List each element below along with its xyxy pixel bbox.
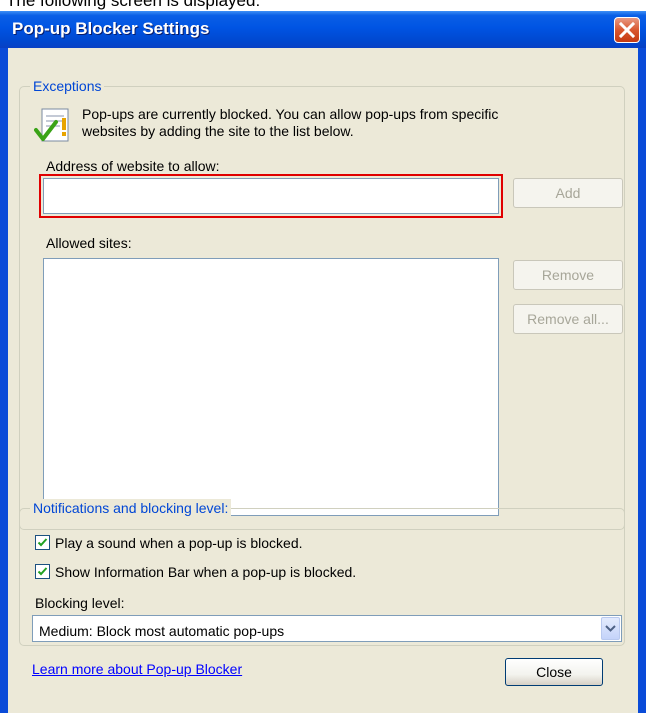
blocking-level-value: Medium: Block most automatic pop-ups: [39, 623, 285, 639]
dropdown-button[interactable]: [601, 617, 620, 640]
popup-blocker-dialog: Pop-up Blocker Settings Exceptions Pop-u…: [0, 11, 646, 713]
add-button[interactable]: Add: [513, 178, 623, 208]
info-text-line1: Pop-ups are currently blocked. You can a…: [82, 106, 499, 122]
allowed-sites-list[interactable]: [43, 258, 499, 516]
blocking-level-label: Blocking level:: [35, 595, 125, 611]
remove-button[interactable]: Remove: [513, 260, 623, 290]
address-label: Address of website to allow:: [46, 157, 220, 175]
play-sound-label[interactable]: Play a sound when a pop-up is blocked.: [55, 534, 303, 552]
learn-more-link[interactable]: Learn more about Pop-up Blocker: [32, 661, 242, 677]
close-icon: [618, 21, 636, 39]
window-title: Pop-up Blocker Settings: [12, 19, 210, 38]
title-bar[interactable]: Pop-up Blocker Settings: [0, 11, 646, 48]
checkmark-icon: [37, 567, 48, 576]
exceptions-legend: Exceptions: [30, 77, 105, 95]
show-info-bar-label[interactable]: Show Information Bar when a pop-up is bl…: [55, 563, 356, 581]
blocking-level-select[interactable]: Medium: Block most automatic pop-ups: [32, 615, 622, 642]
address-input[interactable]: [43, 178, 499, 214]
close-button[interactable]: Close: [505, 658, 603, 686]
show-info-bar-checkbox[interactable]: [35, 564, 50, 579]
title-close-button[interactable]: [614, 17, 640, 43]
info-text-line2: websites by adding the site to the list …: [82, 123, 354, 139]
dialog-body: Exceptions Pop-ups are currently blocked…: [8, 48, 638, 713]
play-sound-checkbox[interactable]: [35, 535, 50, 550]
notifications-legend: Notifications and blocking level:: [30, 499, 232, 517]
remove-all-button[interactable]: Remove all...: [513, 304, 623, 334]
checkmark-icon: [37, 538, 48, 547]
address-label-text: Address of website to allow:: [46, 158, 220, 174]
allowed-sites-label: Allowed sites:: [46, 235, 132, 251]
info-icon: [34, 106, 74, 146]
chevron-down-icon: [605, 625, 616, 632]
page-caption: The following screen is displayed:: [6, 0, 261, 10]
